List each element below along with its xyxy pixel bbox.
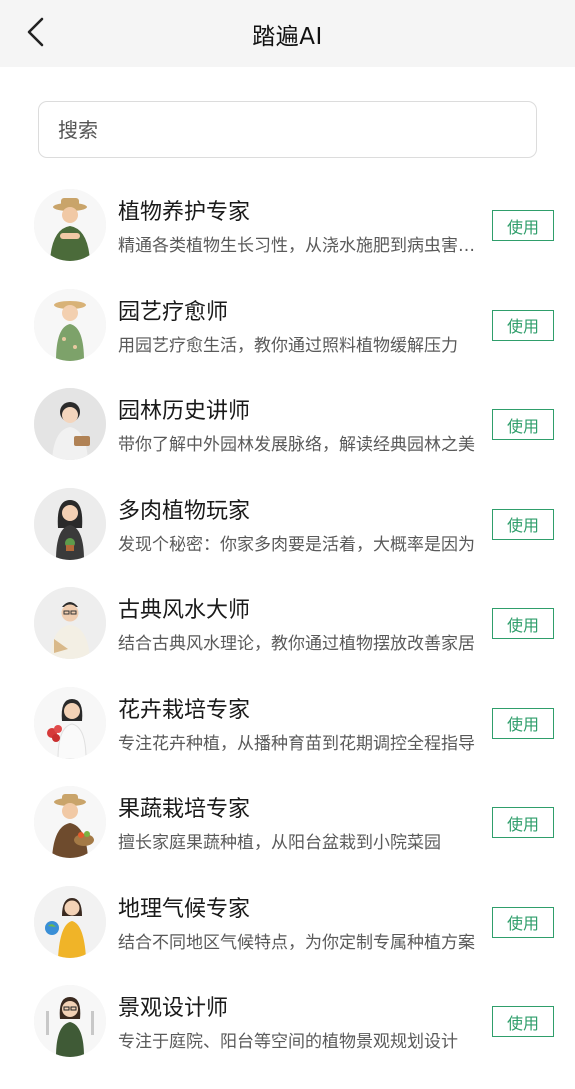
- list-item[interactable]: 园林历史讲师 带你了解中外园林发展脉络，解读经典园林之美 使用: [0, 375, 575, 475]
- use-button[interactable]: 使用: [492, 309, 554, 341]
- expert-name: 地理气候专家: [118, 896, 251, 922]
- avatar: [34, 985, 106, 1057]
- expert-name: 多肉植物玩家: [118, 498, 251, 524]
- list-item[interactable]: 花卉栽培专家 专注花卉种植，从播种育苗到花期调控全程指导 使用: [0, 674, 575, 774]
- list-item[interactable]: 景观设计师 专注于庭院、阳台等空间的植物景观规划设计 使用: [0, 972, 575, 1072]
- chevron-left-icon: [25, 16, 47, 52]
- avatar: [34, 189, 106, 261]
- avatar: [34, 587, 106, 659]
- list-item[interactable]: 园艺疗愈师 用园艺疗愈生活，教你通过照料植物缓解压力 使用: [0, 276, 575, 376]
- expert-description: 精通各类植物生长习性，从浇水施肥到病虫害防治: [118, 236, 484, 256]
- expert-name: 植物养护专家: [118, 200, 251, 225]
- use-button[interactable]: 使用: [492, 1006, 554, 1037]
- search-container: [0, 67, 575, 158]
- list-item[interactable]: 果蔬栽培专家 擅长家庭果蔬种植，从阳台盆栽到小院菜园 使用: [0, 773, 575, 873]
- use-button[interactable]: 使用: [492, 707, 554, 739]
- expert-description: 用园艺疗愈生活，教你通过照料植物缓解压力: [118, 335, 458, 356]
- expert-name: 园林历史讲师: [118, 399, 251, 424]
- list-item[interactable]: 古典风水大师 结合古典风水理论，教你通过植物摆放改善家居 使用: [0, 574, 575, 674]
- page-title: 踏遍AI: [252, 23, 323, 50]
- expert-name: 景观设计师: [118, 996, 229, 1021]
- avatar: [34, 885, 106, 958]
- expert-name: 古典风水大师: [118, 598, 251, 623]
- search-input[interactable]: [58, 117, 536, 142]
- avatar: [34, 487, 106, 560]
- use-button[interactable]: 使用: [492, 807, 554, 838]
- back-button[interactable]: [18, 14, 54, 54]
- expert-description: 发现个秘密：你家多肉要是活着，大概率是因为: [118, 534, 475, 555]
- avatar: [34, 786, 106, 858]
- top-bar: 踏遍AI: [0, 0, 575, 67]
- expert-description: 结合古典风水理论，教你通过植物摆放改善家居: [118, 634, 475, 654]
- use-button[interactable]: 使用: [492, 508, 554, 540]
- expert-list: 植物养护专家 精通各类植物生长习性，从浇水施肥到病虫害防治 使用 园艺疗愈师 用…: [0, 176, 575, 1072]
- avatar: [34, 686, 106, 759]
- list-item[interactable]: 地理气候专家 结合不同地区气候特点，为你定制专属种植方案 使用: [0, 873, 575, 973]
- expert-description: 擅长家庭果蔬种植，从阳台盆栽到小院菜园: [118, 833, 441, 853]
- expert-name: 果蔬栽培专家: [118, 797, 251, 822]
- list-item[interactable]: 植物养护专家 精通各类植物生长习性，从浇水施肥到病虫害防治 使用: [0, 176, 575, 276]
- use-button[interactable]: 使用: [492, 210, 554, 241]
- avatar: [34, 388, 106, 460]
- expert-name: 花卉栽培专家: [118, 697, 251, 723]
- expert-description: 专注花卉种植，从播种育苗到花期调控全程指导: [118, 733, 475, 754]
- expert-description: 专注于庭院、阳台等空间的植物景观规划设计: [118, 1032, 458, 1052]
- expert-name: 园艺疗愈师: [118, 299, 229, 325]
- use-button[interactable]: 使用: [492, 409, 554, 440]
- expert-description: 带你了解中外园林发展脉络，解读经典园林之美: [118, 435, 475, 455]
- list-item[interactable]: 多肉植物玩家 发现个秘密：你家多肉要是活着，大概率是因为 使用: [0, 475, 575, 575]
- avatar: [34, 288, 106, 361]
- use-button[interactable]: 使用: [492, 906, 554, 938]
- use-button[interactable]: 使用: [492, 608, 554, 639]
- search-box[interactable]: [38, 101, 537, 158]
- expert-description: 结合不同地区气候特点，为你定制专属种植方案: [118, 932, 475, 953]
